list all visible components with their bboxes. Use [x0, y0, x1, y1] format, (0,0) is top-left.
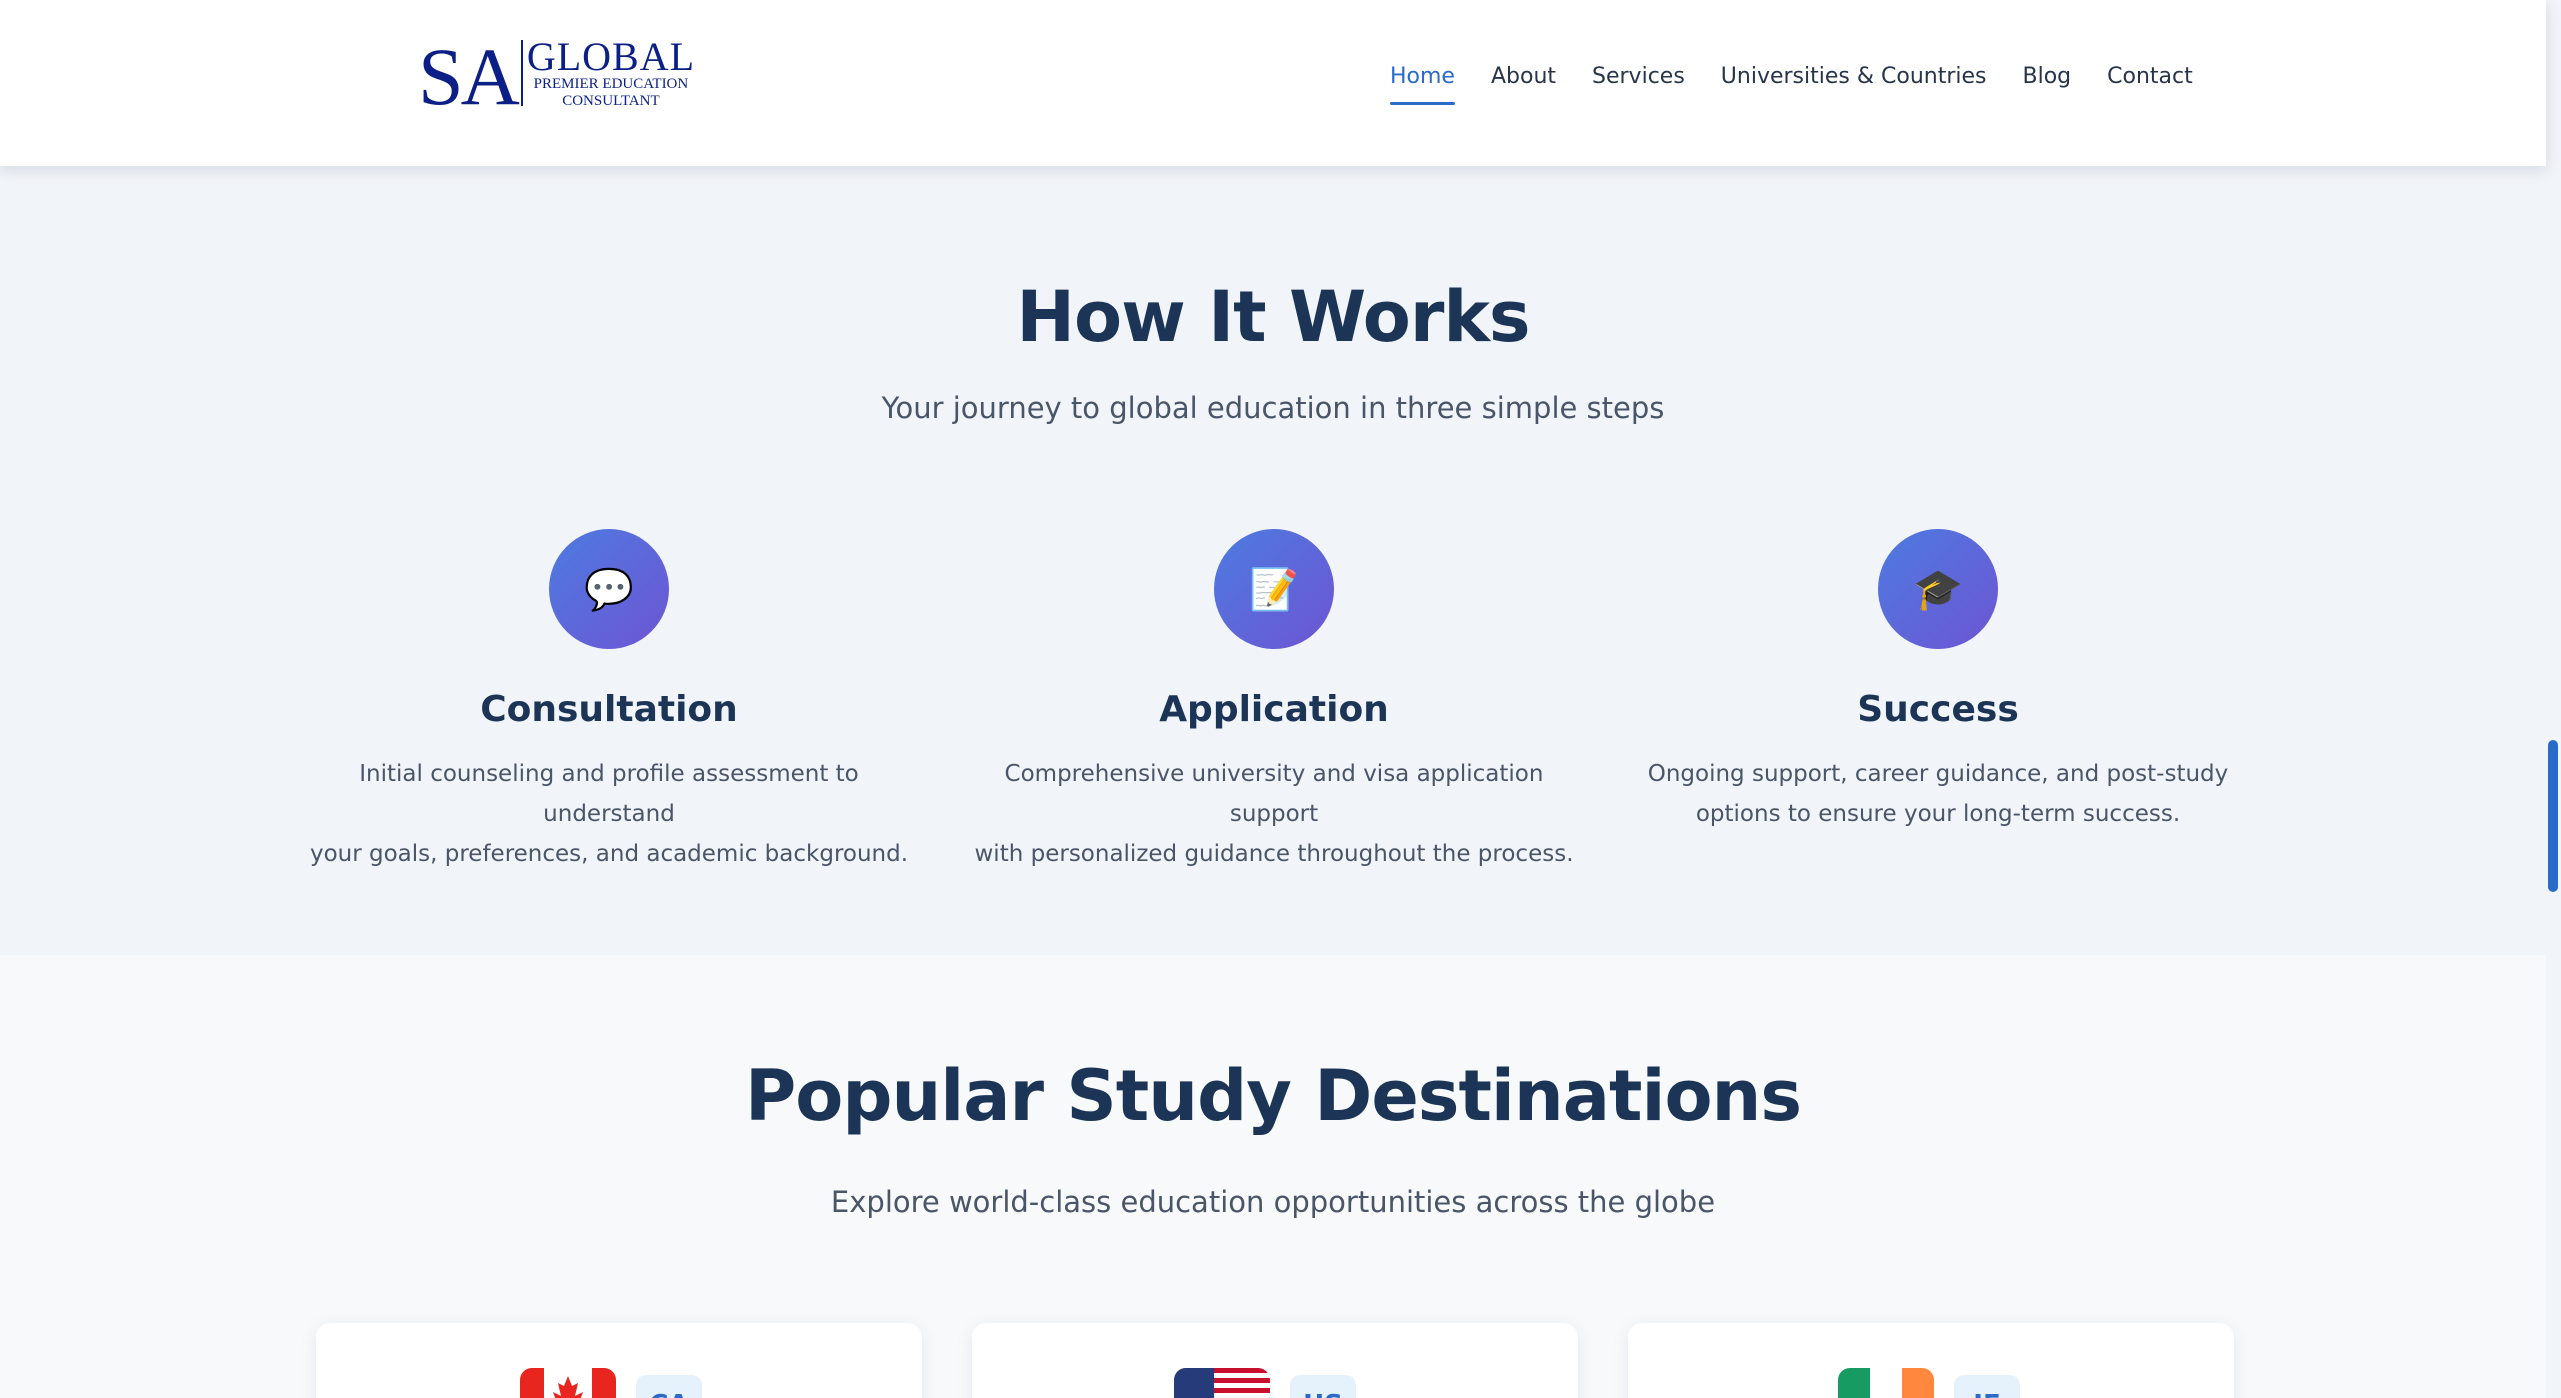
how-it-works-section: How It Works Your journey to global educ… [0, 166, 2546, 955]
step-title: Success [1857, 689, 2019, 730]
page-scrollbar-track[interactable] [2546, 0, 2561, 1398]
step-description: Initial counseling and profile assessmen… [299, 754, 919, 874]
country-code-badge: US [1290, 1375, 1356, 1398]
step-title: Application [1159, 689, 1389, 730]
destinations-title: Popular Study Destinations [744, 1055, 1802, 1137]
step-description-line: Initial counseling and profile assessmen… [359, 761, 859, 827]
nav-universities-countries[interactable]: Universities & Countries [1721, 62, 1987, 110]
step-description-line: options to ensure your long-term success… [1695, 801, 2181, 827]
step-application: 📝 Application Comprehensive university a… [964, 529, 1584, 874]
graduation-cap-icon: 🎓 [1878, 529, 1998, 649]
logo-divider [520, 40, 523, 106]
destinations-subtitle: Explore world-class education opportunit… [830, 1185, 1716, 1219]
logo-tagline-1: PREMIER EDUCATION [533, 76, 689, 92]
nav-about[interactable]: About [1491, 62, 1556, 110]
step-success: 🎓 Success Ongoing support, career guidan… [1628, 529, 2248, 834]
canada-flag-icon [520, 1368, 616, 1398]
logo-sa-text: SA [418, 31, 520, 122]
page-scrollbar-thumb[interactable] [2548, 740, 2558, 892]
step-title: Consultation [480, 689, 738, 730]
country-code-badge: IE [1954, 1375, 2020, 1398]
usa-flag-icon [1174, 1368, 1270, 1398]
site-header: SA GLOBAL PREMIER EDUCATION CONSULTANT H… [0, 0, 2546, 166]
destination-card-canada[interactable] [316, 1323, 922, 1398]
step-description: Ongoing support, career guidance, and po… [1628, 754, 2248, 834]
how-it-works-title: How It Works [1016, 276, 1530, 358]
speech-bubble-icon: 💬 [549, 529, 669, 649]
main-nav: Home About Services Universities & Count… [1390, 62, 2229, 110]
nav-services[interactable]: Services [1592, 62, 1685, 110]
document-pencil-icon: 📝 [1214, 529, 1334, 649]
ireland-flag-icon [1838, 1368, 1934, 1398]
step-consultation: 💬 Consultation Initial counseling and pr… [299, 529, 919, 874]
logo[interactable]: SA GLOBAL PREMIER EDUCATION CONSULTANT [418, 34, 695, 118]
step-description-line: Ongoing support, career guidance, and po… [1647, 761, 2229, 787]
destination-card-usa[interactable] [972, 1323, 1578, 1398]
nav-contact[interactable]: Contact [2107, 62, 2193, 110]
how-it-works-subtitle: Your journey to global education in thre… [881, 391, 1665, 425]
logo-wordmark: GLOBAL PREMIER EDUCATION CONSULTANT [526, 34, 696, 110]
logo-global-text: GLOBAL [526, 34, 696, 79]
step-description-line: your goals, preferences, and academic ba… [309, 841, 909, 867]
step-description-line: with personalized guidance throughout th… [974, 841, 1574, 867]
nav-home[interactable]: Home [1390, 62, 1455, 110]
nav-blog[interactable]: Blog [2023, 62, 2072, 110]
study-destinations-section: Popular Study Destinations Explore world… [0, 955, 2546, 1398]
step-description: Comprehensive university and visa applic… [964, 754, 1584, 874]
country-code-badge: CA [636, 1375, 702, 1398]
step-description-line: Comprehensive university and visa applic… [1004, 761, 1544, 827]
logo-tagline-2: CONSULTANT [562, 93, 660, 109]
